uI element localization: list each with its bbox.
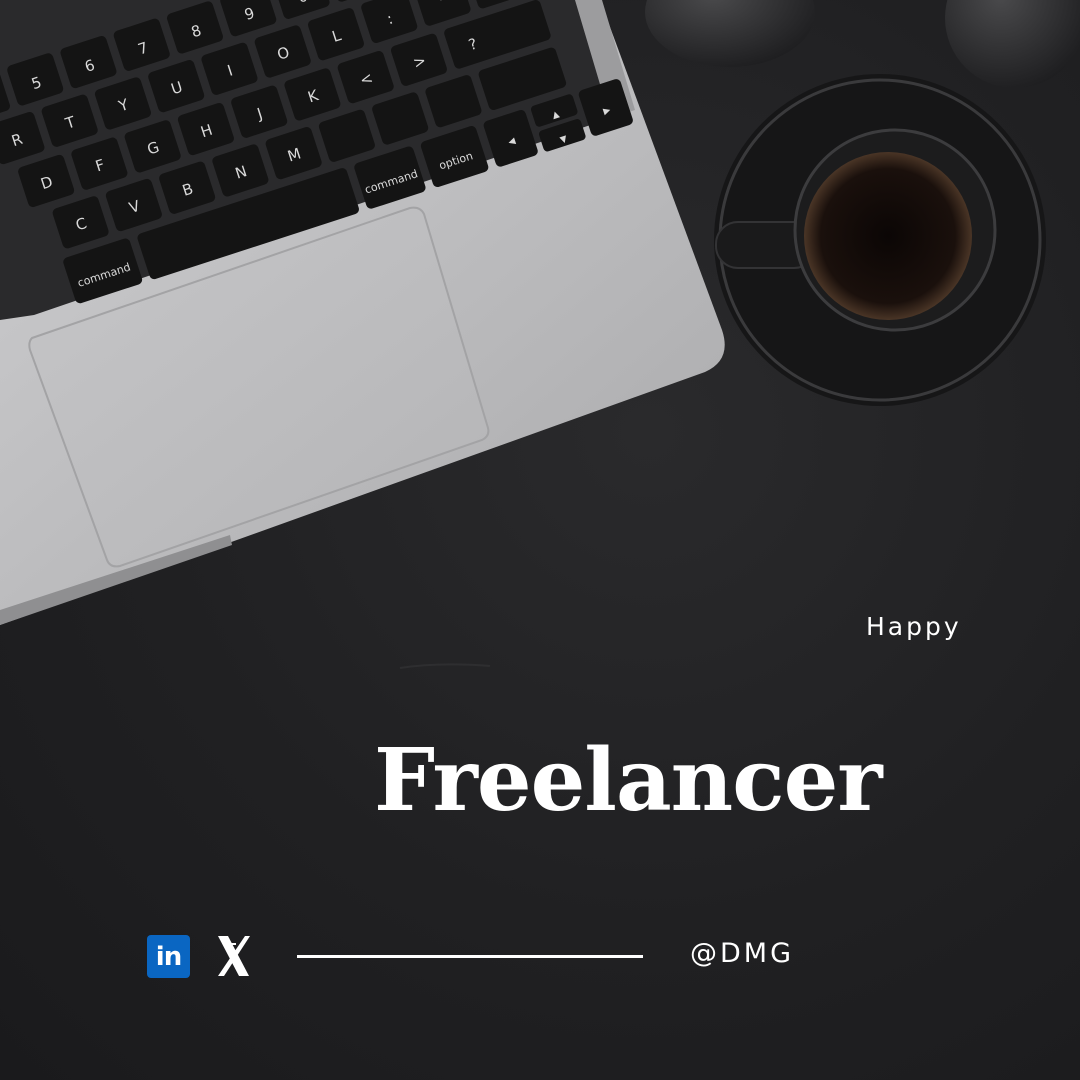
linkedin-icon-text: in xyxy=(155,942,182,972)
x-icon[interactable] xyxy=(214,934,252,978)
post-kicker: Happy xyxy=(866,612,962,641)
social-icons: in xyxy=(147,934,252,978)
post-headline: Freelancer xyxy=(374,730,883,831)
stone-right xyxy=(945,0,1080,88)
linkedin-icon[interactable]: in xyxy=(147,934,190,978)
surface-crease xyxy=(399,663,491,669)
account-handle: @DMG xyxy=(690,938,795,969)
social-post-canvas: 456 789 0P[ return RTY UIO L:" shift DFG… xyxy=(0,0,1080,1080)
desk-photo: 456 789 0P[ return RTY UIO L:" shift DFG… xyxy=(0,0,1080,669)
divider-line xyxy=(297,955,643,958)
coffee xyxy=(804,152,972,320)
stone-left xyxy=(645,0,815,67)
